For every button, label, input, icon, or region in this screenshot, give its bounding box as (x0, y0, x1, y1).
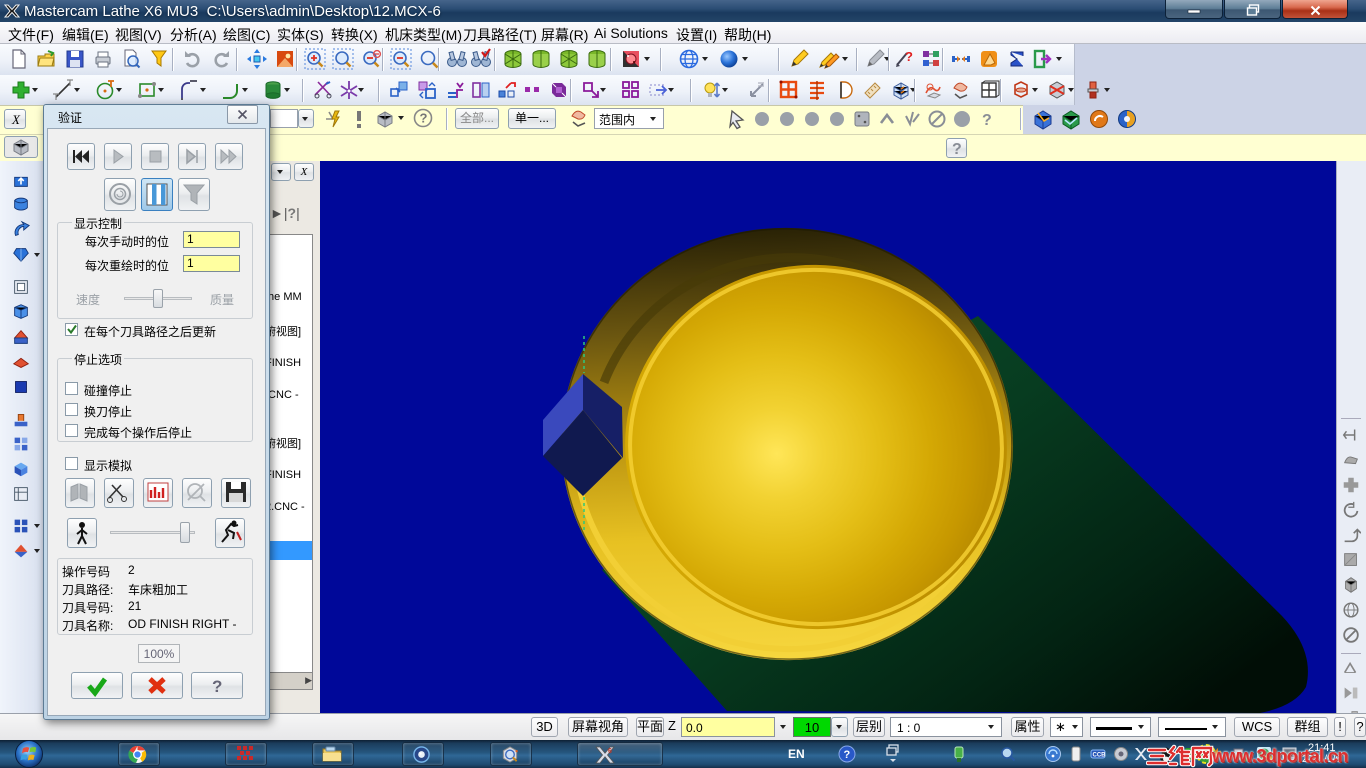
svg-text:?: ? (952, 141, 962, 158)
svg-text:?: ? (420, 111, 428, 126)
svg-text:CCB: CCB (1093, 753, 1107, 759)
svg-text:?: ? (905, 49, 913, 64)
svg-text:?: ? (982, 112, 992, 129)
svg-text:X: X (11, 112, 21, 127)
svg-text:?: ? (212, 677, 222, 696)
svg-text:?: ? (844, 749, 851, 761)
svg-text:6: 6 (608, 748, 612, 755)
